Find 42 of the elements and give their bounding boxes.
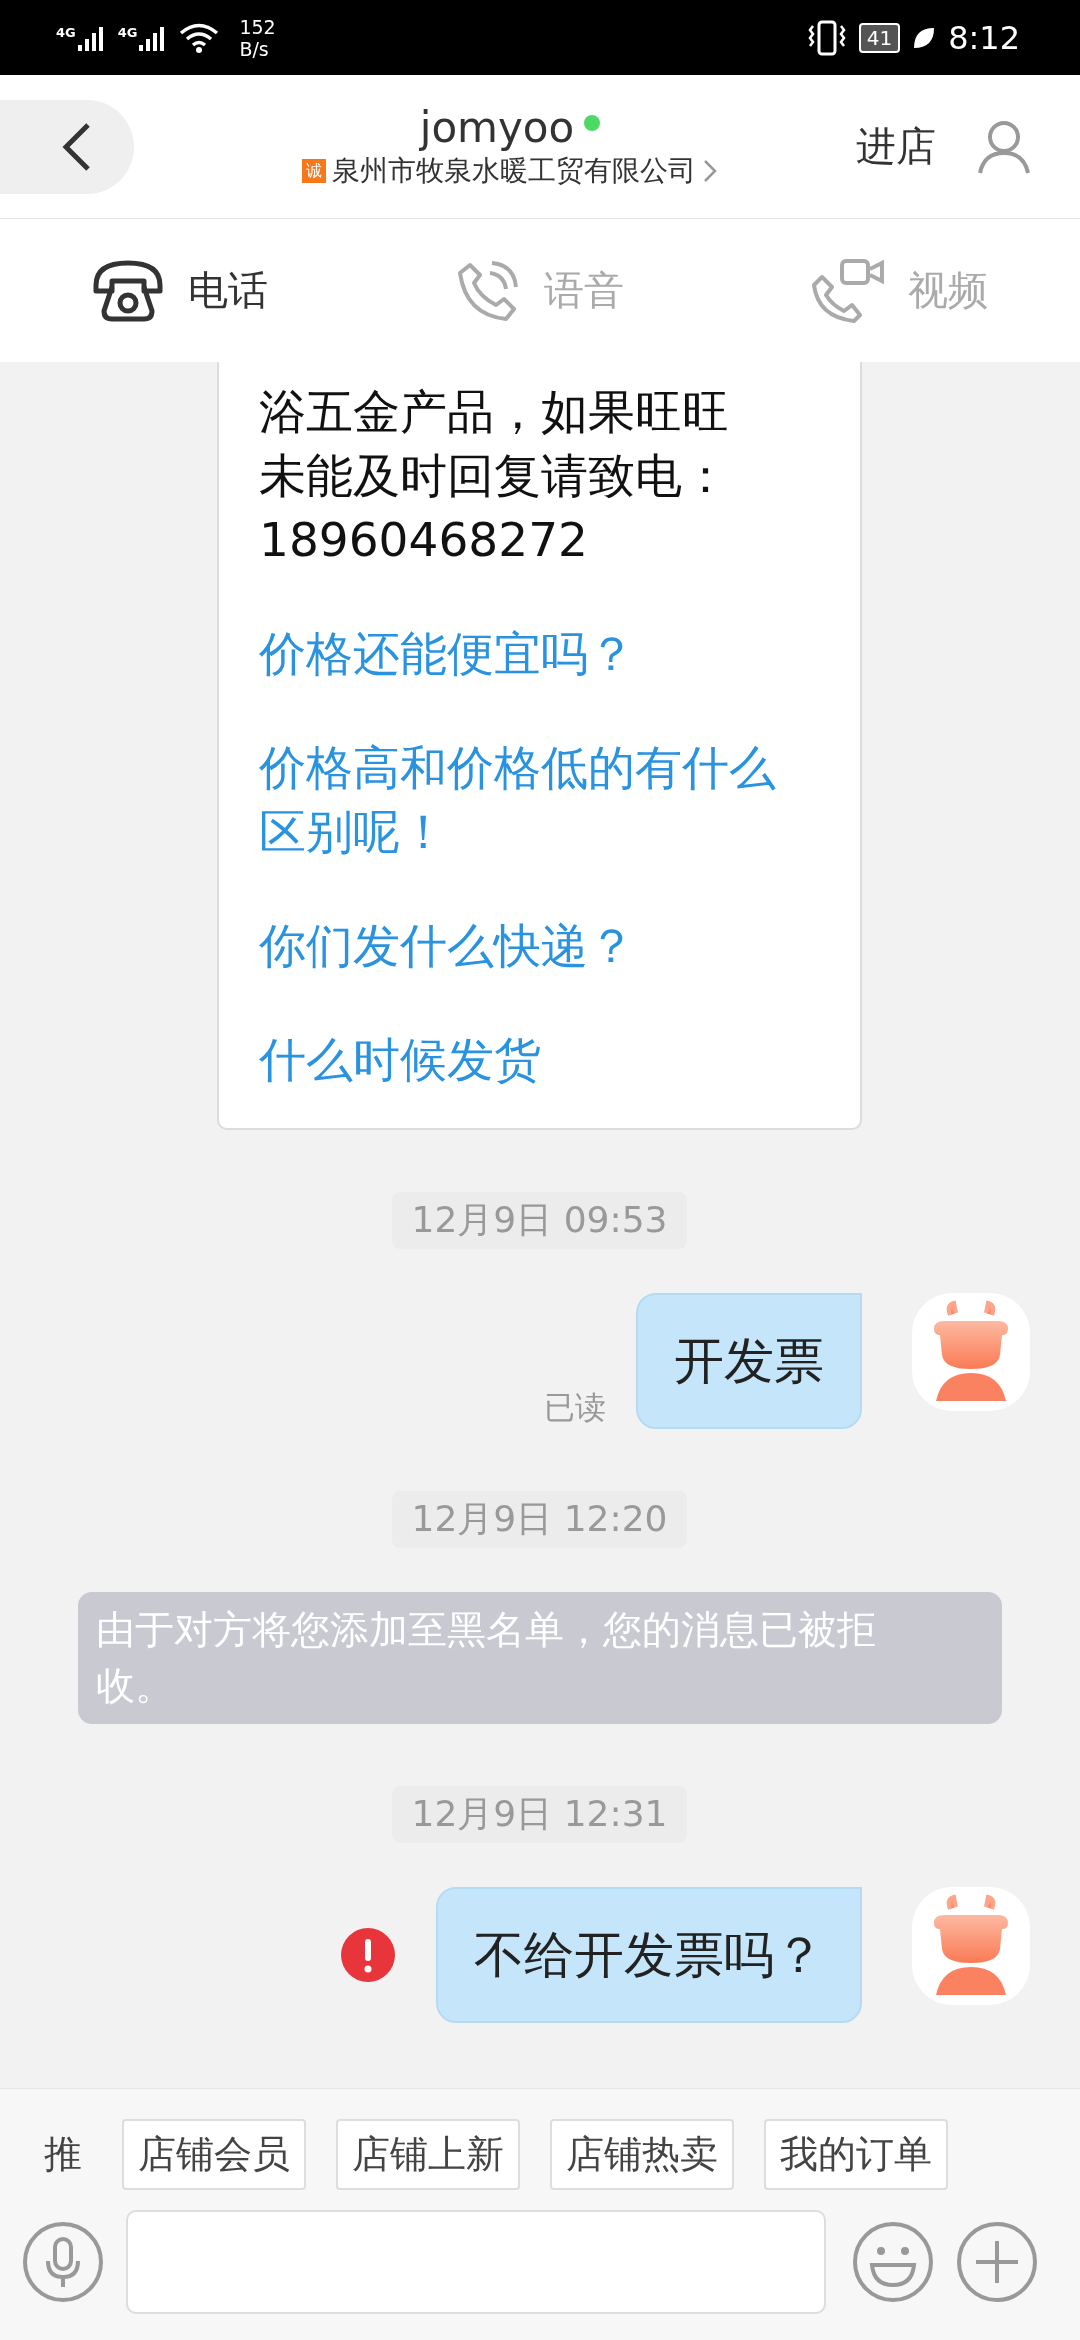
shop-name-link[interactable]: 诚 泉州市牧泉水暖工贸有限公司 <box>302 152 718 190</box>
back-button[interactable] <box>0 99 134 194</box>
network-type: 4G <box>117 24 138 40</box>
message-text: 18960468272 <box>259 511 589 569</box>
chat-title: jomyoo <box>419 103 575 152</box>
microphone-icon[interactable] <box>22 2221 104 2303</box>
send-failed-icon[interactable] <box>340 1927 396 1983</box>
battery-icon: 41 <box>858 22 901 53</box>
add-icon[interactable] <box>956 2221 1038 2303</box>
avatar-icon <box>912 1293 1030 1411</box>
emoji-icon[interactable] <box>852 2221 934 2303</box>
message-bubble: 开发票 <box>636 1293 862 1429</box>
call-tab[interactable]: 电话 <box>0 219 360 362</box>
chevron-icon <box>702 158 718 184</box>
message-bubble: 不给开发票吗？ <box>436 1887 862 2023</box>
shortcut-chip[interactable]: 我的订单 <box>764 2119 948 2190</box>
timestamp: 12月9日 12:20 <box>391 1491 688 1548</box>
profile-icon[interactable] <box>976 118 1032 175</box>
timestamp: 12月9日 12:31 <box>391 1786 688 1843</box>
message-input[interactable] <box>126 2210 826 2314</box>
shortcut-chip[interactable]: 店铺热卖 <box>550 2119 734 2190</box>
clock-time: 8:12 <box>948 18 1020 57</box>
timestamp: 12月9日 09:53 <box>391 1192 688 1249</box>
voice-call-icon <box>456 258 520 323</box>
shortcut-chip[interactable]: 店铺上新 <box>336 2119 520 2190</box>
vibrate-icon <box>806 19 847 56</box>
recommend-label: 推 <box>44 2131 82 2178</box>
video-call-icon <box>812 258 884 323</box>
avatar-icon <box>912 1887 1030 2005</box>
message-text: 未能及时回复请致电： <box>259 447 730 505</box>
read-receipt: 已读 <box>544 1388 606 1427</box>
leaf-icon <box>912 25 937 50</box>
back-icon <box>62 121 92 172</box>
signal-icon <box>77 24 106 51</box>
network-speed: B/s <box>239 37 270 60</box>
network-speed: 152 <box>239 15 276 38</box>
network-type: 4G <box>56 24 76 40</box>
telephone-icon <box>92 258 164 323</box>
wifi-icon <box>179 22 220 53</box>
enter-shop-button[interactable]: 进店 <box>856 119 936 174</box>
message-text: 浴五金产品，如果旺旺 <box>259 383 730 441</box>
shortcut-chip[interactable]: 店铺会员 <box>122 2119 306 2190</box>
